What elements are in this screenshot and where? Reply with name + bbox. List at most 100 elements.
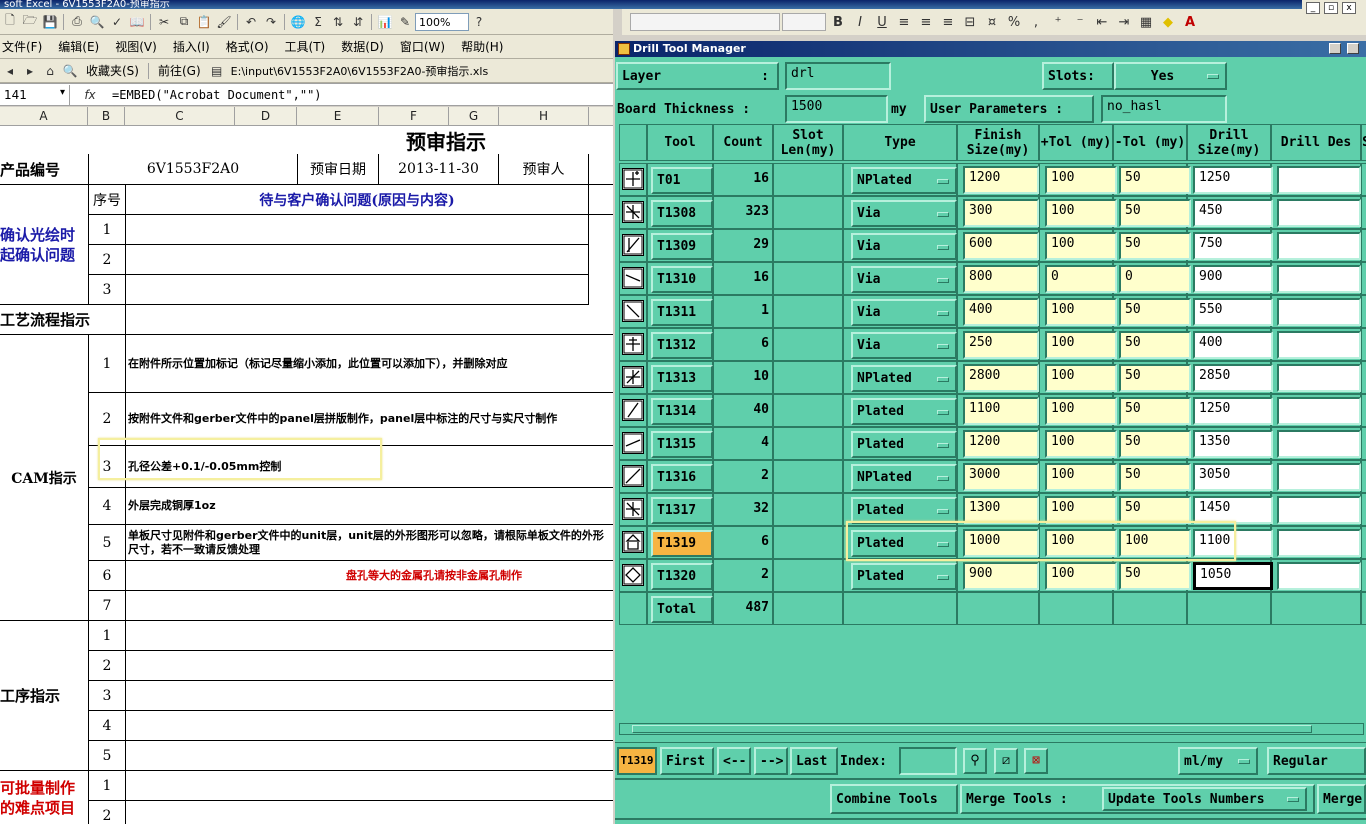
plus-tol-field[interactable]: 100 (1045, 562, 1117, 590)
cam-row-text[interactable] (126, 591, 613, 621)
cam-row-text[interactable]: 盘孔等大的金属孔请按非金属孔制作 (126, 561, 613, 591)
cam-row-text[interactable]: 单板尺寸见附件和gerber文件中的unit层，unit层的外形图形可以忽略，请… (126, 525, 613, 561)
cell[interactable] (589, 185, 613, 215)
plus-tol-field[interactable]: 100 (1045, 463, 1117, 491)
batch-row-number[interactable]: 1 (89, 771, 126, 801)
drill-des-field[interactable] (1277, 463, 1361, 491)
batch-row-number[interactable]: 2 (89, 801, 126, 824)
search-icon[interactable]: ⚲ (963, 748, 987, 774)
tool-button[interactable]: T1310 (651, 266, 713, 293)
search-icon[interactable]: 🔍 (61, 62, 79, 80)
plus-tol-field[interactable]: 100 (1045, 331, 1117, 359)
column-header-d[interactable]: D (235, 107, 297, 126)
back-icon[interactable]: ◂ (1, 62, 19, 80)
scrollbar-thumb[interactable] (632, 725, 1312, 733)
proc-label[interactable]: 工序指示 (0, 621, 89, 771)
italic-icon[interactable]: I (850, 15, 870, 30)
sort-ascending-icon[interactable]: ⇅ (329, 13, 347, 31)
delete-icon[interactable]: ⊠ (1024, 748, 1048, 774)
drill-size-field[interactable]: 550 (1193, 298, 1273, 326)
currency-icon[interactable]: ¤ (982, 15, 1002, 30)
underline-icon[interactable]: U (872, 15, 892, 30)
print-icon[interactable]: ⎙ (68, 13, 86, 31)
column-header-e[interactable]: E (297, 107, 379, 126)
plus-tol-field[interactable]: 100 (1045, 364, 1117, 392)
menu-insert[interactable]: 插入(I) (165, 38, 218, 55)
tool-button[interactable]: T1315 (651, 431, 713, 458)
drill-des-field[interactable] (1277, 430, 1361, 458)
drill-size-field[interactable]: 400 (1193, 331, 1273, 359)
slots-select[interactable]: Yes (1114, 62, 1227, 90)
merge-center-icon[interactable]: ⊟ (960, 15, 980, 30)
restore-icon[interactable]: ▫ (1324, 2, 1338, 14)
font-name-select[interactable] (630, 13, 780, 31)
minus-tol-field[interactable]: 50 (1119, 397, 1191, 425)
plus-tol-field[interactable]: 100 (1045, 199, 1117, 227)
process-label[interactable]: 工艺流程指示 (0, 305, 126, 335)
goto-menu[interactable]: 前往(G) (158, 62, 201, 79)
index-field[interactable] (899, 747, 957, 775)
cam-row-number[interactable]: 4 (89, 488, 126, 525)
confirm-row-number[interactable]: 1 (89, 215, 126, 245)
product-label[interactable]: 产品编号 (0, 154, 89, 185)
reviewer-label[interactable]: 预审人 (499, 154, 589, 185)
chart-wizard-icon[interactable]: 📊 (376, 13, 394, 31)
drill-des-field[interactable] (1277, 397, 1361, 425)
layer-field[interactable]: drl (785, 62, 891, 90)
menu-window[interactable]: 窗口(W) (392, 38, 453, 55)
combine-tools-button[interactable]: Combine Tools (830, 784, 958, 814)
column-header-f[interactable]: F (379, 107, 449, 126)
confirm-row-text[interactable] (126, 245, 589, 275)
drill-des-field[interactable] (1277, 529, 1361, 557)
sheet-title[interactable]: 预审指示 (300, 126, 613, 154)
menu-tools[interactable]: 工具(T) (277, 38, 334, 55)
tool-button[interactable]: T1309 (651, 233, 713, 260)
tool-button[interactable]: T1314 (651, 398, 713, 425)
undo-icon[interactable]: ↶ (242, 13, 260, 31)
help-icon[interactable]: ? (470, 13, 488, 31)
format-painter-icon[interactable]: 🖌 (215, 13, 233, 31)
redo-icon[interactable]: ↷ (262, 13, 280, 31)
align-left-icon[interactable]: ≡ (894, 15, 914, 30)
menu-file[interactable]: 文件(F) (0, 38, 50, 55)
type-select[interactable]: Via (851, 332, 957, 359)
proc-row-text[interactable] (126, 651, 613, 681)
minus-tol-field[interactable]: 50 (1119, 562, 1191, 590)
fill-color-icon[interactable]: ◆ (1158, 15, 1178, 30)
align-right-icon[interactable]: ≡ (938, 15, 958, 30)
type-select[interactable]: NPlated (851, 167, 957, 194)
print-preview-icon[interactable]: 🔍 (88, 13, 106, 31)
minus-tol-field[interactable]: 50 (1119, 166, 1191, 194)
minus-tol-field[interactable]: 50 (1119, 331, 1191, 359)
minus-tol-field[interactable]: 50 (1119, 496, 1191, 524)
type-select[interactable]: Plated (851, 563, 957, 590)
proc-row-text[interactable] (126, 621, 613, 651)
update-tools-numbers-select[interactable]: Update Tools Numbers (1102, 787, 1307, 811)
batch-row-text[interactable] (126, 801, 613, 824)
decrease-decimal-icon[interactable]: ⁻ (1070, 15, 1090, 30)
type-select[interactable]: Via (851, 266, 957, 293)
cam-row-number[interactable]: 6 (89, 561, 126, 591)
tool-row[interactable]: T1315 4 Plated 1200 100 50 1350 (619, 427, 1366, 460)
worksheet[interactable]: 预审指示 产品编号 6V1553F2A0 预审日期 2013-11-30 预审人… (0, 126, 613, 824)
drill-des-field[interactable] (1277, 265, 1361, 293)
type-select[interactable]: NPlated (851, 464, 957, 491)
proc-row-text[interactable] (126, 711, 613, 741)
drill-size-field[interactable]: 1050 (1193, 562, 1273, 590)
sort-descending-icon[interactable]: ⇵ (349, 13, 367, 31)
board-thickness-field[interactable]: 1500 (785, 95, 888, 123)
proc-row-number[interactable]: 5 (89, 741, 126, 771)
finish-size-field[interactable]: 2800 (963, 364, 1039, 392)
percent-icon[interactable]: % (1004, 15, 1024, 30)
finish-size-field[interactable]: 600 (963, 232, 1039, 260)
plus-tol-field[interactable]: 100 (1045, 166, 1117, 194)
drill-size-field[interactable]: 1250 (1193, 166, 1273, 194)
save-icon[interactable]: 💾 (41, 13, 59, 31)
finish-size-field[interactable]: 1200 (963, 430, 1039, 458)
column-header-b[interactable]: B (88, 107, 125, 126)
plus-tol-field[interactable]: 100 (1045, 298, 1117, 326)
minus-tol-field[interactable]: 50 (1119, 199, 1191, 227)
horizontal-scrollbar[interactable] (619, 723, 1364, 735)
drill-size-field[interactable]: 1350 (1193, 430, 1273, 458)
tool-button[interactable]: T1308 (651, 200, 713, 227)
